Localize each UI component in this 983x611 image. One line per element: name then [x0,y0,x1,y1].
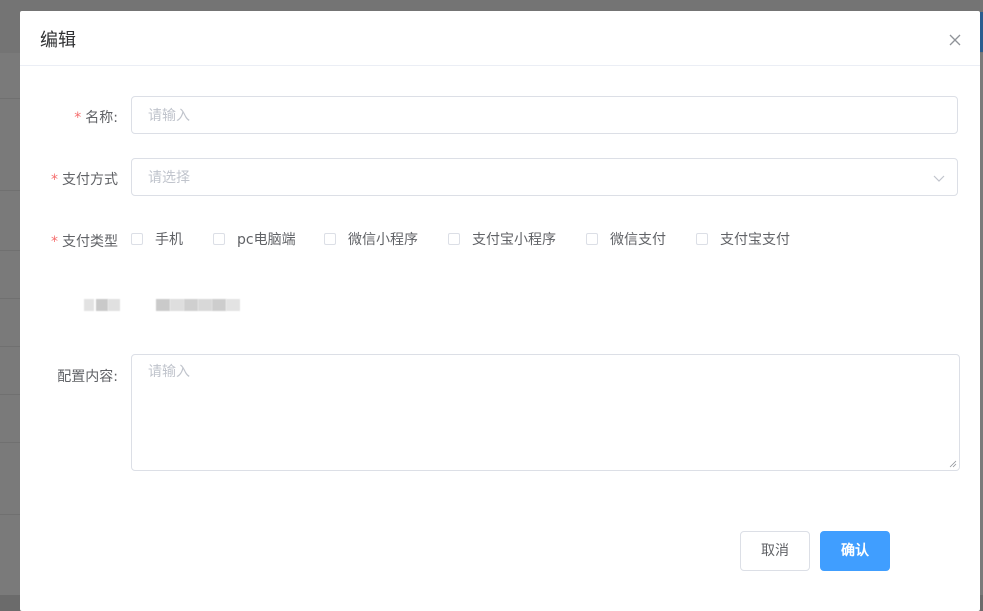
redacted-block [96,299,108,311]
checkbox-label: 手机 [155,232,183,248]
background-divider [0,98,20,99]
confirm-button[interactable]: 确认 [820,531,890,571]
checkbox-label: 微信支付 [610,232,666,248]
close-button[interactable] [948,33,962,47]
redacted-block [170,299,184,311]
background-divider [0,514,20,515]
background-divider [0,190,20,191]
name-input[interactable]: 请输入 [131,96,958,134]
pay-type-label: * 支付类型 [51,234,118,250]
checkbox-label: pc电脑端 [237,232,296,248]
redacted-block [84,299,94,311]
close-icon [949,34,961,46]
config-textarea[interactable]: 请输入 [131,354,960,471]
pay-method-placeholder: 请选择 [148,170,190,186]
required-mark: * [51,234,58,250]
config-label: 配置内容: [57,369,118,385]
checkbox-box[interactable] [586,233,598,245]
redacted-block [108,299,120,311]
cancel-button[interactable]: 取消 [740,531,810,571]
checkbox-box[interactable] [448,233,460,245]
redacted-block [184,299,198,311]
pay-method-label: * 支付方式 [51,172,118,188]
pay-method-select[interactable]: 请选择 [131,158,958,196]
chevron-down-icon [933,175,945,182]
checkbox-box[interactable] [696,233,708,245]
resize-grip-icon[interactable] [949,460,957,468]
required-mark: * [51,172,58,188]
config-textarea-placeholder: 请输入 [148,364,190,380]
background-divider [0,394,20,395]
redacted-block [212,299,226,311]
checkbox-label: 支付宝支付 [720,232,790,248]
checkbox-label: 微信小程序 [348,232,418,248]
redacted-block [226,299,240,311]
redacted-block [156,299,170,311]
required-mark: * [74,110,82,126]
background-divider [0,346,20,347]
background-divider [0,298,20,299]
checkbox-box[interactable] [324,233,336,245]
redacted-block [198,299,212,311]
checkbox-box[interactable] [213,233,225,245]
dialog-title: 编辑 [40,30,76,51]
name-label: * 名称: [74,110,118,126]
dialog-header: 编辑 [20,11,980,66]
background-divider [0,250,20,251]
checkbox-label: 支付宝小程序 [472,232,556,248]
edit-dialog: 编辑 * 名称: 请输入 * 支付方式 请选择 * 支付类型 手机 pc电脑端 … [20,11,980,611]
background-divider [0,442,20,443]
checkbox-box[interactable] [131,233,143,245]
name-input-placeholder: 请输入 [148,108,190,124]
